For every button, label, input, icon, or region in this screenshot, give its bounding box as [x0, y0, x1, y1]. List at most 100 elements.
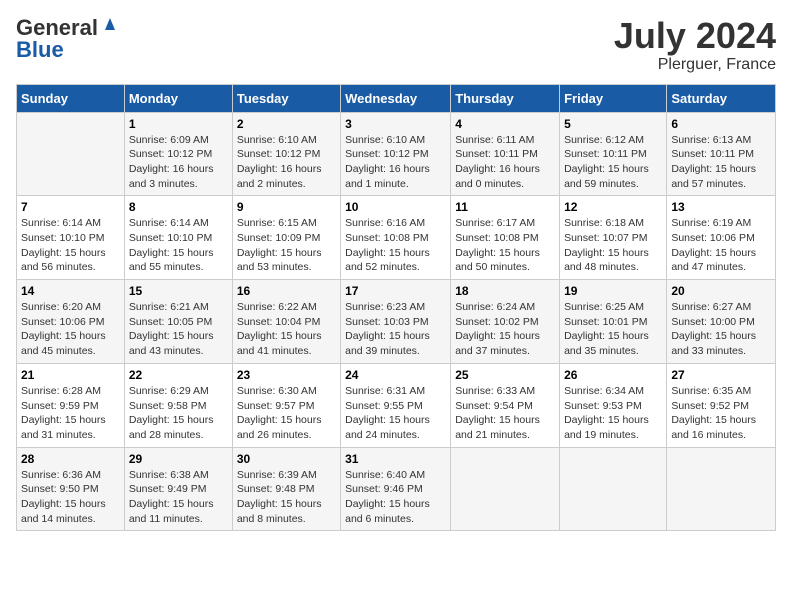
day-number: 4: [455, 117, 555, 131]
col-tuesday: Tuesday: [232, 84, 340, 112]
day-info: Sunrise: 6:38 AMSunset: 9:49 PMDaylight:…: [129, 468, 228, 527]
table-cell: 27 Sunrise: 6:35 AMSunset: 9:52 PMDayligh…: [667, 363, 776, 447]
table-cell: 17Sunrise: 6:23 AMSunset: 10:03 PMDaylig…: [341, 280, 451, 364]
day-number: 13: [671, 200, 771, 214]
table-cell: 8 Sunrise: 6:14 AMSunset: 10:10 PMDayligh…: [124, 196, 232, 280]
table-cell: [451, 447, 560, 531]
col-friday: Friday: [560, 84, 667, 112]
day-info: Sunrise: 6:11 AMSunset: 10:11 PMDaylight…: [455, 133, 555, 192]
day-info: Sunrise: 6:12 AMSunset: 10:11 PMDaylight…: [564, 133, 662, 192]
day-info: Sunrise: 6:10 AMSunset: 10:12 PMDaylight…: [345, 133, 446, 192]
day-info: Sunrise: 6:13 AMSunset: 10:11 PMDaylight…: [671, 133, 771, 192]
day-number: 6: [671, 117, 771, 131]
location-text: Plerguer, France: [614, 56, 776, 74]
day-number: 31: [345, 452, 446, 466]
table-cell: 26 Sunrise: 6:34 AMSunset: 9:53 PMDayligh…: [560, 363, 667, 447]
day-number: 10: [345, 200, 446, 214]
table-cell: 4 Sunrise: 6:11 AMSunset: 10:11 PMDayligh…: [451, 112, 560, 196]
table-cell: 11 Sunrise: 6:17 AMSunset: 10:08 PMDaylig…: [451, 196, 560, 280]
day-number: 1: [129, 117, 228, 131]
day-info: Sunrise: 6:14 AMSunset: 10:10 PMDaylight…: [129, 216, 228, 275]
col-thursday: Thursday: [451, 84, 560, 112]
day-info: Sunrise: 6:40 AMSunset: 9:46 PMDaylight:…: [345, 468, 446, 527]
day-info: Sunrise: 6:31 AMSunset: 9:55 PMDaylight:…: [345, 384, 446, 443]
calendar-table: Sunday Monday Tuesday Wednesday Thursday…: [16, 84, 776, 532]
day-number: 8: [129, 200, 228, 214]
day-info: Sunrise: 6:17 AMSunset: 10:08 PMDaylight…: [455, 216, 555, 275]
table-cell: 28 Sunrise: 6:36 AMSunset: 9:50 PMDayligh…: [17, 447, 125, 531]
table-cell: 22 Sunrise: 6:29 AMSunset: 9:58 PMDayligh…: [124, 363, 232, 447]
day-number: 30: [237, 452, 336, 466]
table-cell: 9Sunrise: 6:15 AMSunset: 10:09 PMDayligh…: [232, 196, 340, 280]
calendar-week-row: 1Sunrise: 6:09 AMSunset: 10:12 PMDayligh…: [17, 112, 776, 196]
day-number: 15: [129, 284, 228, 298]
table-cell: 25Sunrise: 6:33 AMSunset: 9:54 PMDayligh…: [451, 363, 560, 447]
table-cell: 6 Sunrise: 6:13 AMSunset: 10:11 PMDayligh…: [667, 112, 776, 196]
day-number: 28: [21, 452, 120, 466]
day-info: Sunrise: 6:15 AMSunset: 10:09 PMDaylight…: [237, 216, 336, 275]
day-number: 25: [455, 368, 555, 382]
day-info: Sunrise: 6:27 AMSunset: 10:00 PMDaylight…: [671, 300, 771, 359]
day-info: Sunrise: 6:35 AMSunset: 9:52 PMDaylight:…: [671, 384, 771, 443]
table-cell: 29 Sunrise: 6:38 AMSunset: 9:49 PMDayligh…: [124, 447, 232, 531]
day-number: 2: [237, 117, 336, 131]
logo-icon: [101, 14, 119, 32]
table-cell: 2Sunrise: 6:10 AMSunset: 10:12 PMDayligh…: [232, 112, 340, 196]
day-number: 14: [21, 284, 120, 298]
table-cell: 23Sunrise: 6:30 AMSunset: 9:57 PMDayligh…: [232, 363, 340, 447]
col-saturday: Saturday: [667, 84, 776, 112]
day-number: 11: [455, 200, 555, 214]
day-number: 27: [671, 368, 771, 382]
day-number: 7: [21, 200, 120, 214]
day-number: 12: [564, 200, 662, 214]
table-cell: 19Sunrise: 6:25 AMSunset: 10:01 PMDaylig…: [560, 280, 667, 364]
day-number: 20: [671, 284, 771, 298]
table-cell: 24 Sunrise: 6:31 AMSunset: 9:55 PMDayligh…: [341, 363, 451, 447]
day-number: 19: [564, 284, 662, 298]
table-cell: 14 Sunrise: 6:20 AMSunset: 10:06 PMDaylig…: [17, 280, 125, 364]
day-info: Sunrise: 6:19 AMSunset: 10:06 PMDaylight…: [671, 216, 771, 275]
day-number: 24: [345, 368, 446, 382]
table-cell: [560, 447, 667, 531]
day-info: Sunrise: 6:34 AMSunset: 9:53 PMDaylight:…: [564, 384, 662, 443]
calendar-week-row: 21Sunrise: 6:28 AMSunset: 9:59 PMDayligh…: [17, 363, 776, 447]
table-cell: 21Sunrise: 6:28 AMSunset: 9:59 PMDayligh…: [17, 363, 125, 447]
day-number: 29: [129, 452, 228, 466]
col-sunday: Sunday: [17, 84, 125, 112]
table-cell: 10Sunrise: 6:16 AMSunset: 10:08 PMDaylig…: [341, 196, 451, 280]
table-cell: [17, 112, 125, 196]
table-cell: 18Sunrise: 6:24 AMSunset: 10:02 PMDaylig…: [451, 280, 560, 364]
day-info: Sunrise: 6:36 AMSunset: 9:50 PMDaylight:…: [21, 468, 120, 527]
day-number: 16: [237, 284, 336, 298]
day-info: Sunrise: 6:39 AMSunset: 9:48 PMDaylight:…: [237, 468, 336, 527]
calendar-body: 1Sunrise: 6:09 AMSunset: 10:12 PMDayligh…: [17, 112, 776, 531]
table-cell: 5 Sunrise: 6:12 AMSunset: 10:11 PMDayligh…: [560, 112, 667, 196]
logo: General Blue: [16, 16, 119, 61]
title-block: July 2024 Plerguer, France: [614, 16, 776, 74]
table-cell: 3Sunrise: 6:10 AMSunset: 10:12 PMDayligh…: [341, 112, 451, 196]
month-year-title: July 2024: [614, 16, 776, 56]
day-number: 5: [564, 117, 662, 131]
day-info: Sunrise: 6:30 AMSunset: 9:57 PMDaylight:…: [237, 384, 336, 443]
day-info: Sunrise: 6:18 AMSunset: 10:07 PMDaylight…: [564, 216, 662, 275]
day-number: 17: [345, 284, 446, 298]
day-info: Sunrise: 6:28 AMSunset: 9:59 PMDaylight:…: [21, 384, 120, 443]
day-info: Sunrise: 6:22 AMSunset: 10:04 PMDaylight…: [237, 300, 336, 359]
calendar-week-row: 28 Sunrise: 6:36 AMSunset: 9:50 PMDayligh…: [17, 447, 776, 531]
day-number: 18: [455, 284, 555, 298]
day-info: Sunrise: 6:29 AMSunset: 9:58 PMDaylight:…: [129, 384, 228, 443]
day-info: Sunrise: 6:21 AMSunset: 10:05 PMDaylight…: [129, 300, 228, 359]
table-cell: 13 Sunrise: 6:19 AMSunset: 10:06 PMDaylig…: [667, 196, 776, 280]
day-number: 22: [129, 368, 228, 382]
logo-blue-text: Blue: [16, 39, 64, 61]
table-cell: 31 Sunrise: 6:40 AMSunset: 9:46 PMDayligh…: [341, 447, 451, 531]
table-cell: 20 Sunrise: 6:27 AMSunset: 10:00 PMDaylig…: [667, 280, 776, 364]
col-monday: Monday: [124, 84, 232, 112]
day-number: 26: [564, 368, 662, 382]
table-cell: 15 Sunrise: 6:21 AMSunset: 10:05 PMDaylig…: [124, 280, 232, 364]
table-cell: 12 Sunrise: 6:18 AMSunset: 10:07 PMDaylig…: [560, 196, 667, 280]
table-cell: 7Sunrise: 6:14 AMSunset: 10:10 PMDayligh…: [17, 196, 125, 280]
page-header: General Blue July 2024 Plerguer, France: [16, 16, 776, 74]
day-info: Sunrise: 6:20 AMSunset: 10:06 PMDaylight…: [21, 300, 120, 359]
calendar-week-row: 7 Sunrise: 6:14 AMSunset: 10:10 PMDayligh…: [17, 196, 776, 280]
